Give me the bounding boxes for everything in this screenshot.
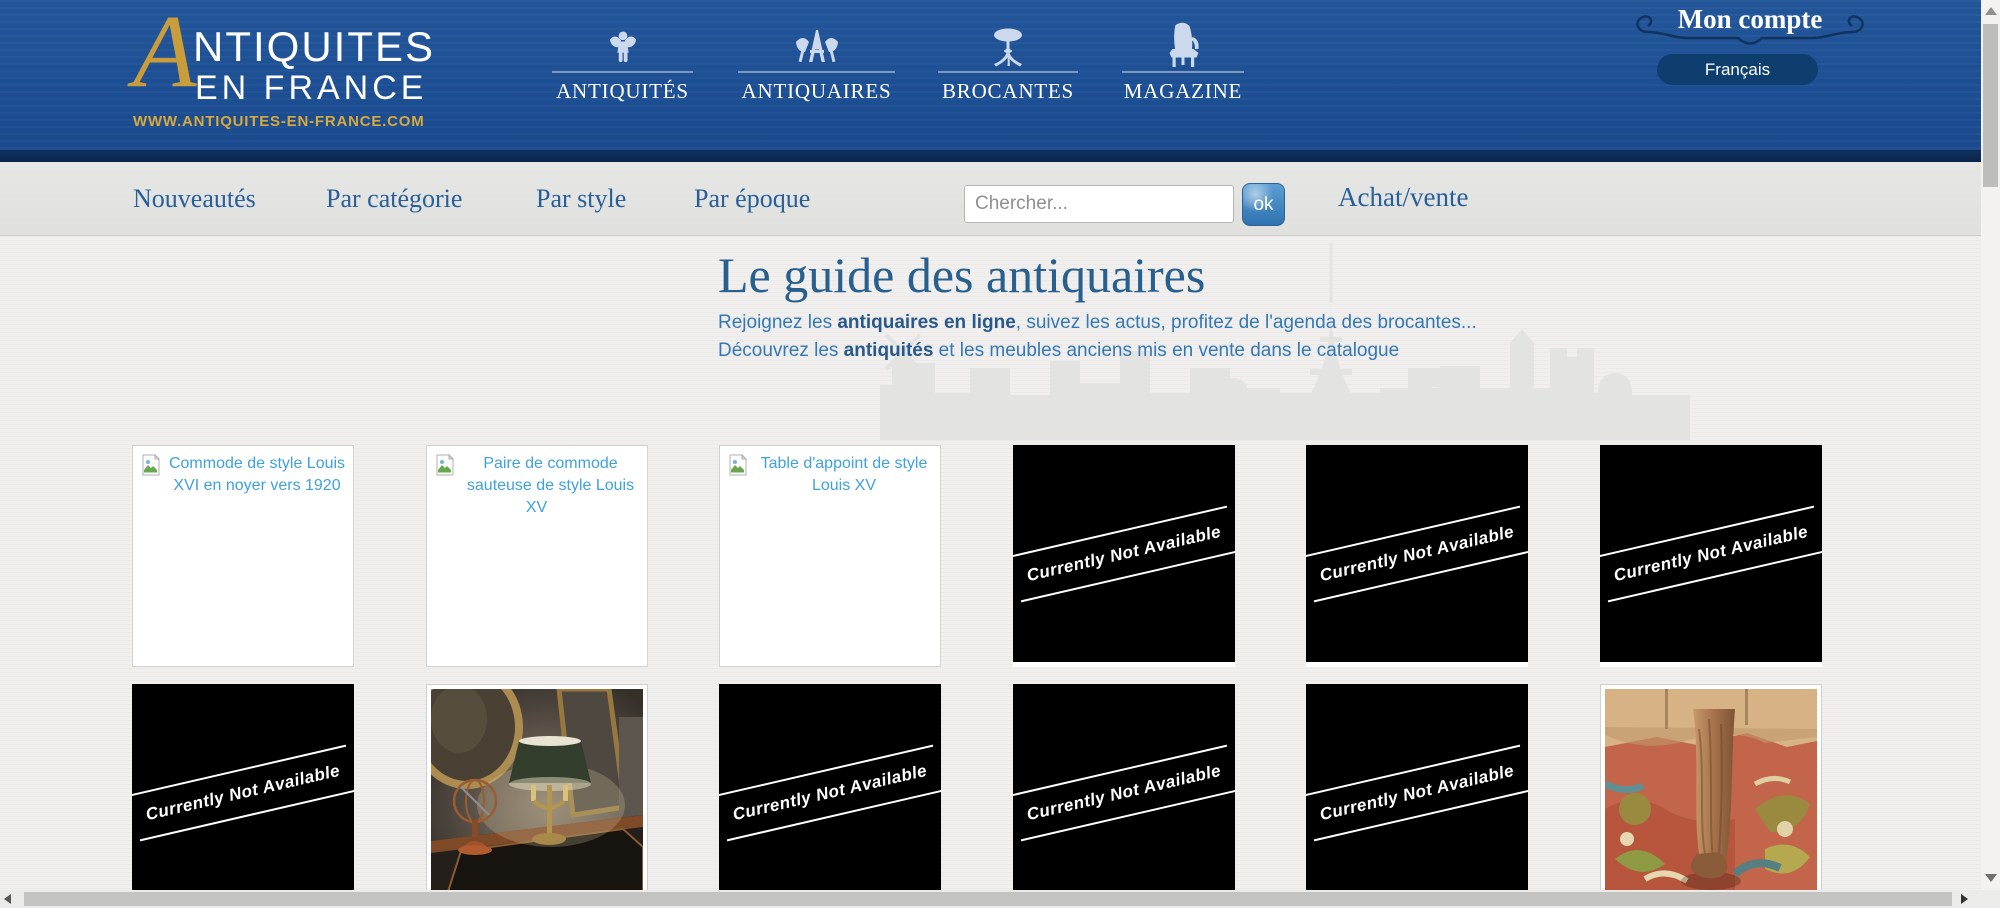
product-alt-text: Paire de commode sauteuse de style Louis… [467, 455, 634, 516]
unavailable-image: Currently Not Available [1600, 445, 1822, 662]
hero-line-2: Découvrez les antiquités et les meubles … [718, 338, 1477, 364]
subnav-achat-vente[interactable]: Achat/vente [1338, 181, 1468, 213]
product-tile-unavailable[interactable]: Currently Not Available [1600, 445, 1822, 667]
product-alt-text: Table d'appoint de style Louis XV [761, 455, 928, 494]
product-row-2: Currently Not Available [132, 684, 1822, 906]
carved-leg-carpet-photo [1605, 689, 1817, 901]
cherub-icon [552, 22, 693, 68]
horizontal-scrollbar[interactable] [0, 890, 2000, 908]
product-tile-unavailable[interactable]: Currently Not Available [1306, 445, 1528, 667]
product-tile-unavailable[interactable]: Currently Not Available [719, 684, 941, 906]
product-tile-unavailable[interactable]: Currently Not Available [1306, 684, 1528, 906]
scroll-up-icon[interactable] [1985, 7, 1997, 15]
scroll-right-icon[interactable] [1961, 894, 1968, 904]
main-nav-label: BROCANTES [938, 81, 1078, 102]
product-alt-text: Commode de style Louis XVI en noyer vers… [169, 455, 345, 494]
site-logo[interactable]: A NTIQUITES EN FRANCE WWW.ANTIQUITES-EN-… [133, 14, 473, 136]
logo-url: WWW.ANTIQUITES-EN-FRANCE.COM [133, 114, 425, 129]
header: A NTIQUITES EN FRANCE WWW.ANTIQUITES-EN-… [0, 0, 2000, 150]
search-input[interactable] [964, 185, 1234, 223]
subnav-nouveautes[interactable]: Nouveautés [133, 183, 256, 214]
product-tile-photo[interactable] [1600, 684, 1822, 906]
vertical-scrollbar[interactable] [1981, 0, 2000, 890]
antiquites-en-france-page: A NTIQUITES EN FRANCE WWW.ANTIQUITES-EN-… [0, 0, 2000, 908]
scroll-down-icon[interactable] [1985, 874, 1997, 882]
nav-underline [1122, 71, 1244, 73]
hero-section: Le guide des antiquaires Rejoignez les a… [718, 248, 1477, 364]
product-tile[interactable]: Paire de commode sauteuse de style Louis… [426, 445, 648, 667]
main-nav-magazine[interactable]: MAGAZINE [1122, 22, 1244, 102]
main-nav-antiquaires[interactable]: ANTIQUAIRES [738, 22, 895, 102]
vertical-scrollbar-thumb[interactable] [1983, 24, 1998, 187]
product-tile-unavailable[interactable]: Currently Not Available [1013, 445, 1235, 667]
product-tile-unavailable[interactable]: Currently Not Available [132, 684, 354, 906]
page-title: Le guide des antiquaires [718, 248, 1477, 303]
secondary-nav: Nouveautés Par catégorie Par style Par é… [0, 162, 2000, 236]
product-tile-photo[interactable] [426, 684, 648, 906]
pedestal-table-icon [938, 22, 1078, 68]
hero-line-1: Rejoignez les antiquaires en ligne, suiv… [718, 310, 1477, 336]
unavailable-image: Currently Not Available [132, 684, 354, 901]
nav-underline [552, 71, 693, 73]
broken-image-icon [727, 454, 749, 483]
subnav-par-categorie[interactable]: Par catégorie [326, 183, 462, 214]
unavailable-image: Currently Not Available [719, 684, 941, 901]
header-bottom-strip [0, 150, 2000, 162]
product-tile-unavailable[interactable]: Currently Not Available [1013, 684, 1235, 906]
scroll-left-icon[interactable] [4, 894, 11, 904]
my-account-link[interactable]: Mon compte [1630, 3, 1870, 35]
armchair-icon [1122, 22, 1244, 68]
logo-title-line2: EN FRANCE [195, 71, 427, 105]
unavailable-image: Currently Not Available [1306, 445, 1528, 662]
logo-title-line1: NTIQUITES [193, 26, 435, 68]
product-row-1: Commode de style Louis XVI en noyer vers… [132, 445, 1822, 667]
antique-interior-lamp-photo [431, 689, 643, 901]
main-nav-label: ANTIQUITÉS [552, 81, 693, 102]
main-nav-brocantes[interactable]: BROCANTES [938, 22, 1078, 102]
horizontal-scrollbar-thumb[interactable] [24, 892, 1952, 906]
nav-underline [938, 71, 1078, 73]
language-button[interactable]: Français [1657, 54, 1818, 85]
nav-underline [738, 71, 895, 73]
main-nav-antiquites[interactable]: ANTIQUITÉS [552, 22, 693, 102]
unavailable-image: Currently Not Available [1013, 684, 1235, 901]
product-tile[interactable]: Commode de style Louis XVI en noyer vers… [132, 445, 354, 667]
logo-initial: A [133, 0, 197, 104]
unavailable-image: Currently Not Available [1013, 445, 1235, 662]
subnav-par-epoque[interactable]: Par époque [694, 183, 810, 214]
subnav-par-style[interactable]: Par style [536, 183, 626, 214]
main-nav-label: ANTIQUAIRES [738, 81, 895, 102]
account-area: Mon compte Français [1630, 0, 1870, 100]
search-submit-button[interactable]: ok [1242, 183, 1285, 226]
main-nav-label: MAGAZINE [1122, 81, 1244, 102]
broken-image-icon [434, 454, 456, 483]
product-tile[interactable]: Table d'appoint de style Louis XV [719, 445, 941, 667]
unavailable-image: Currently Not Available [1306, 684, 1528, 901]
broken-image-icon [140, 454, 162, 483]
pair-of-sconces-compass-icon [738, 22, 895, 68]
